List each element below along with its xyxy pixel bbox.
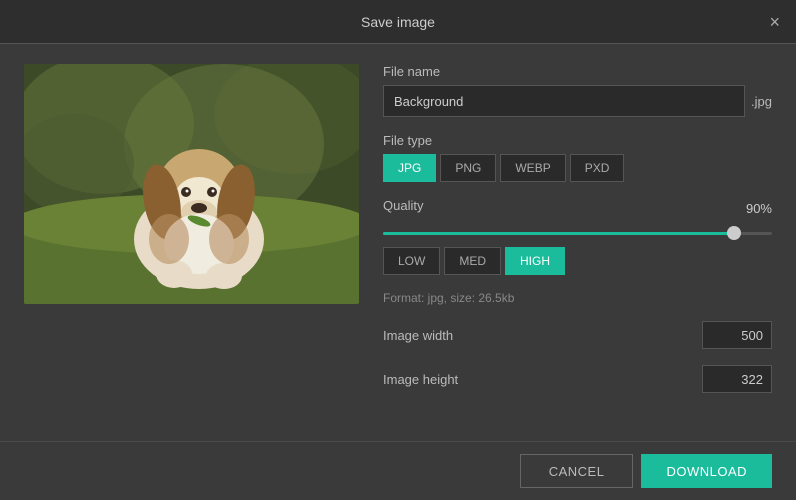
file-name-input[interactable] (383, 85, 745, 117)
type-webp-button[interactable]: WEBP (500, 154, 565, 182)
quality-value: 90% (746, 201, 772, 216)
modal-header: Save image × (0, 0, 796, 44)
image-width-input[interactable] (702, 321, 772, 349)
file-name-row: .jpg (383, 85, 772, 117)
image-preview (24, 64, 359, 304)
quality-buttons: LOW MED HIGH (383, 247, 772, 275)
file-type-label: File type (383, 133, 772, 148)
file-name-group: File name .jpg (383, 64, 772, 117)
file-extension: .jpg (751, 94, 772, 109)
preview-image (24, 64, 359, 304)
close-button[interactable]: × (769, 13, 780, 31)
quality-slider-container (383, 225, 772, 241)
type-pxd-button[interactable]: PXD (570, 154, 625, 182)
quality-group: Quality 90% LOW MED HIGH (383, 198, 772, 275)
quality-med-button[interactable]: MED (444, 247, 501, 275)
file-type-group: File type JPG PNG WEBP PXD (383, 133, 772, 182)
type-jpg-button[interactable]: JPG (383, 154, 436, 182)
format-info: Format: jpg, size: 26.5kb (383, 291, 772, 305)
modal-footer: CANCEL DOWNLOAD (0, 441, 796, 500)
file-type-buttons: JPG PNG WEBP PXD (383, 154, 772, 182)
quality-label: Quality (383, 198, 423, 213)
image-width-label: Image width (383, 328, 453, 343)
modal-body: File name .jpg File type JPG PNG WEBP PX… (0, 44, 796, 441)
file-name-label: File name (383, 64, 772, 79)
image-height-row: Image height (383, 365, 772, 393)
modal-title: Save image (361, 14, 435, 30)
save-image-modal: Save image × (0, 0, 796, 500)
image-height-label: Image height (383, 372, 458, 387)
cancel-button[interactable]: CANCEL (520, 454, 634, 488)
quality-low-button[interactable]: LOW (383, 247, 440, 275)
type-png-button[interactable]: PNG (440, 154, 496, 182)
form-section: File name .jpg File type JPG PNG WEBP PX… (383, 64, 772, 421)
image-width-row: Image width (383, 321, 772, 349)
quality-high-button[interactable]: HIGH (505, 247, 565, 275)
download-button[interactable]: DOWNLOAD (641, 454, 772, 488)
quality-header: Quality 90% (383, 198, 772, 219)
image-height-input[interactable] (702, 365, 772, 393)
